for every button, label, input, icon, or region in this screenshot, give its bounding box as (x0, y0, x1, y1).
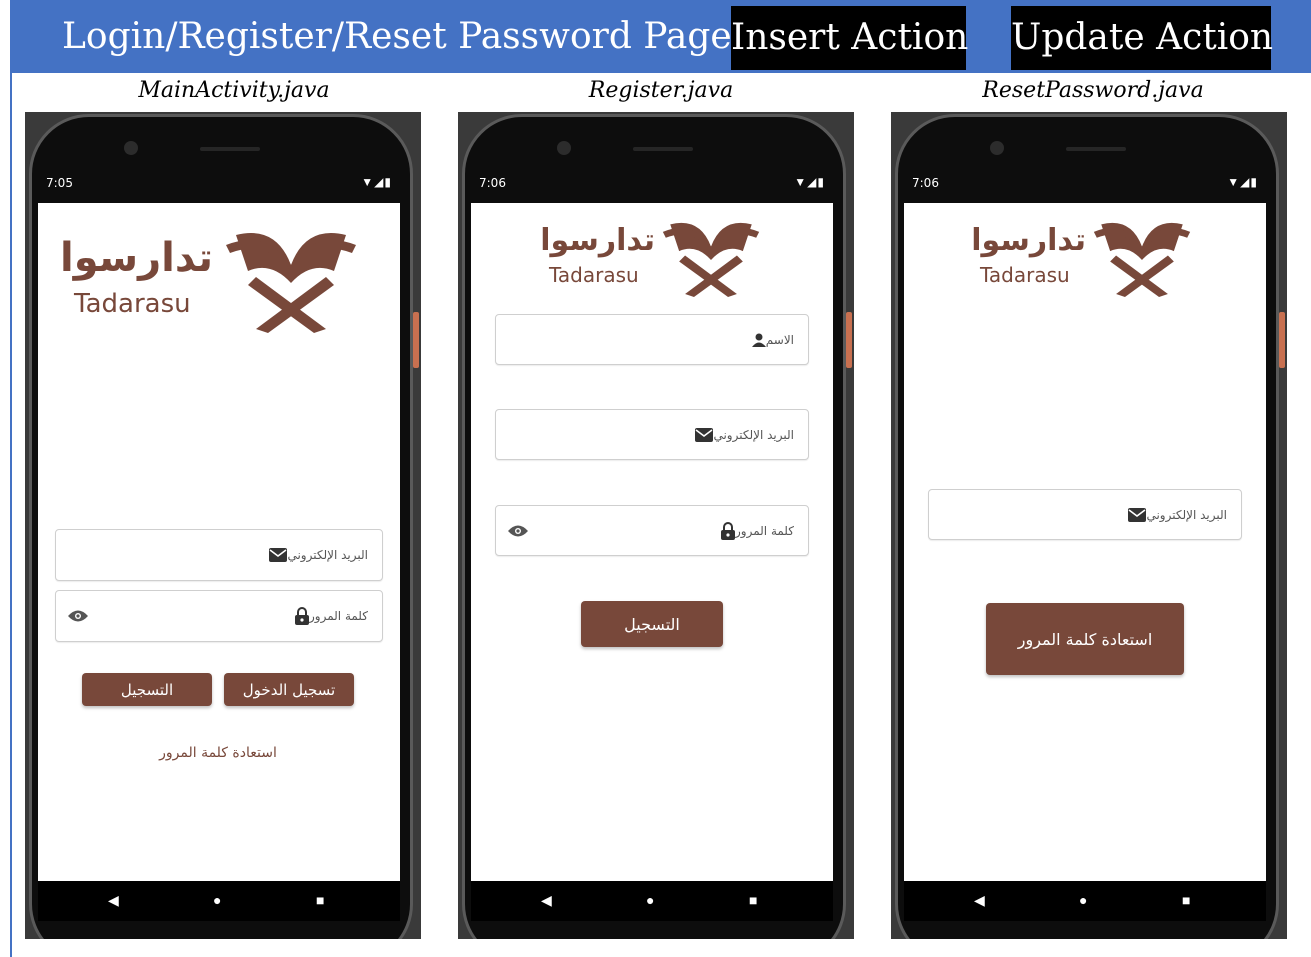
speaker-grille (200, 147, 260, 151)
email-label-text: البريد الإلكتروني (713, 427, 794, 442)
mail-icon (695, 427, 714, 442)
email-label-text: البريد الإلكتروني (1146, 507, 1227, 522)
status-bar: 7:06 ▼◢▮ (904, 168, 1266, 202)
tadarasu-logo: تدارسوا Tadarasu (971, 217, 1196, 297)
signal-icon: ◢ (374, 175, 385, 189)
logo-english-text: Tadarasu (74, 289, 191, 319)
logo-arabic-text: تدارسوا (540, 223, 655, 258)
page-title: Login/Register/Reset Password Pages (62, 16, 751, 57)
status-time: 7:06 (479, 176, 506, 190)
email-label-text: البريد الإلكتروني (287, 548, 368, 562)
battery-icon: ▮ (384, 175, 392, 189)
left-frame-line (10, 73, 12, 957)
app-screen: تدارسوا Tadarasu الاسم البريد الإلكتروني (471, 203, 833, 881)
password-field[interactable]: كلمة المرور (55, 590, 383, 642)
book-logo-icon (662, 222, 760, 297)
battery-icon: ▮ (1250, 175, 1258, 189)
register-button[interactable]: التسجيل (581, 601, 723, 647)
logo-english-text: Tadarasu (549, 263, 639, 287)
email-field[interactable]: البريد الإلكتروني (495, 409, 809, 460)
status-bar: 7:05 ▼◢▮ (38, 168, 400, 202)
speaker-grille (1066, 147, 1126, 151)
signal-icon: ◢ (1240, 175, 1251, 189)
name-label-text: الاسم (765, 332, 794, 347)
camera-icon (124, 141, 138, 155)
logo-arabic-text: تدارسوا (971, 223, 1086, 258)
status-icons: ▼◢▮ (1227, 175, 1258, 189)
caption-register: Register.java (588, 78, 734, 103)
home-icon[interactable]: ● (646, 892, 654, 908)
caption-main-activity: MainActivity.java (138, 78, 330, 103)
nav-bar: ◀ ● ■ (904, 881, 1266, 921)
camera-icon (990, 141, 1004, 155)
lock-icon (720, 521, 735, 540)
side-button[interactable] (413, 312, 419, 368)
password-label-text: كلمة المرور (308, 609, 368, 623)
eye-icon[interactable] (508, 524, 528, 538)
book-logo-icon (1093, 222, 1191, 297)
lock-icon (294, 607, 309, 625)
mail-icon (269, 548, 288, 562)
email-field-label: البريد الإلكتروني (1125, 490, 1227, 539)
name-field-label: الاسم (749, 315, 794, 364)
book-logo-icon (226, 233, 356, 333)
reset-password-button[interactable]: استعادة كلمة المرور (986, 603, 1184, 675)
login-button[interactable]: تسجيل الدخول (224, 673, 354, 706)
person-icon (751, 333, 766, 347)
password-field[interactable]: كلمة المرور (495, 505, 809, 556)
password-field-label: كلمة المرور (292, 591, 368, 641)
eye-icon[interactable] (68, 609, 88, 623)
email-field-label: البريد الإلكتروني (266, 530, 368, 580)
recents-icon[interactable]: ■ (749, 892, 757, 908)
email-field[interactable]: البريد الإلكتروني (928, 489, 1242, 540)
reset-password-link[interactable]: استعادة كلمة المرور (118, 745, 318, 761)
password-field-label: كلمة المرور (718, 506, 794, 555)
caption-reset-password: ResetPassword.java (982, 78, 1204, 103)
back-icon[interactable]: ◀ (108, 892, 119, 909)
wifi-icon: ▼ (1227, 175, 1241, 189)
wifi-icon: ▼ (361, 175, 375, 189)
recents-icon[interactable]: ■ (1182, 892, 1190, 908)
battery-icon: ▮ (817, 175, 825, 189)
back-icon[interactable]: ◀ (974, 892, 985, 909)
side-button[interactable] (1279, 312, 1285, 368)
home-icon[interactable]: ● (1079, 892, 1087, 908)
name-field[interactable]: الاسم (495, 314, 809, 365)
password-label-text: كلمة المرور (734, 523, 794, 538)
camera-icon (557, 141, 571, 155)
speaker-grille (633, 147, 693, 151)
mail-icon (1128, 507, 1147, 522)
app-screen: تدارسوا Tadarasu البريد الإلكتروني كلمة … (38, 203, 400, 881)
device-reset-password: 7:06 ▼◢▮ تدارسوا Tadarasu البريد الإلكتر… (891, 112, 1287, 939)
email-field[interactable]: البريد الإلكتروني (55, 529, 383, 581)
recents-icon[interactable]: ■ (316, 892, 324, 908)
logo-english-text: Tadarasu (980, 263, 1070, 287)
status-time: 7:05 (46, 176, 73, 190)
insert-action-badge: Insert Action (731, 6, 968, 70)
status-time: 7:06 (912, 176, 939, 190)
home-icon[interactable]: ● (213, 892, 221, 908)
app-screen: تدارسوا Tadarasu البريد الإلكتروني استعا… (904, 203, 1266, 881)
nav-bar: ◀ ● ■ (471, 881, 833, 921)
status-icons: ▼◢▮ (361, 175, 392, 189)
side-button[interactable] (846, 312, 852, 368)
email-field-label: البريد الإلكتروني (692, 410, 794, 459)
tadarasu-logo: تدارسوا Tadarasu (60, 225, 368, 335)
update-action-badge: Update Action (1011, 6, 1273, 70)
status-bar: 7:06 ▼◢▮ (471, 168, 833, 202)
device-main-activity: 7:05 ▼◢▮ تدارسوا Tadarasu البريد الإلكتر… (25, 112, 421, 939)
register-button[interactable]: التسجيل (82, 673, 212, 706)
logo-arabic-text: تدارسوا (60, 235, 213, 281)
tadarasu-logo: تدارسوا Tadarasu (540, 217, 765, 297)
device-register: 7:06 ▼◢▮ تدارسوا Tadarasu الاسم البريد ا… (458, 112, 854, 939)
signal-icon: ◢ (807, 175, 818, 189)
status-icons: ▼◢▮ (794, 175, 825, 189)
header-band: Login/Register/Reset Password Pages Inse… (10, 0, 1311, 73)
nav-bar: ◀ ● ■ (38, 881, 400, 921)
wifi-icon: ▼ (794, 175, 808, 189)
back-icon[interactable]: ◀ (541, 892, 552, 909)
